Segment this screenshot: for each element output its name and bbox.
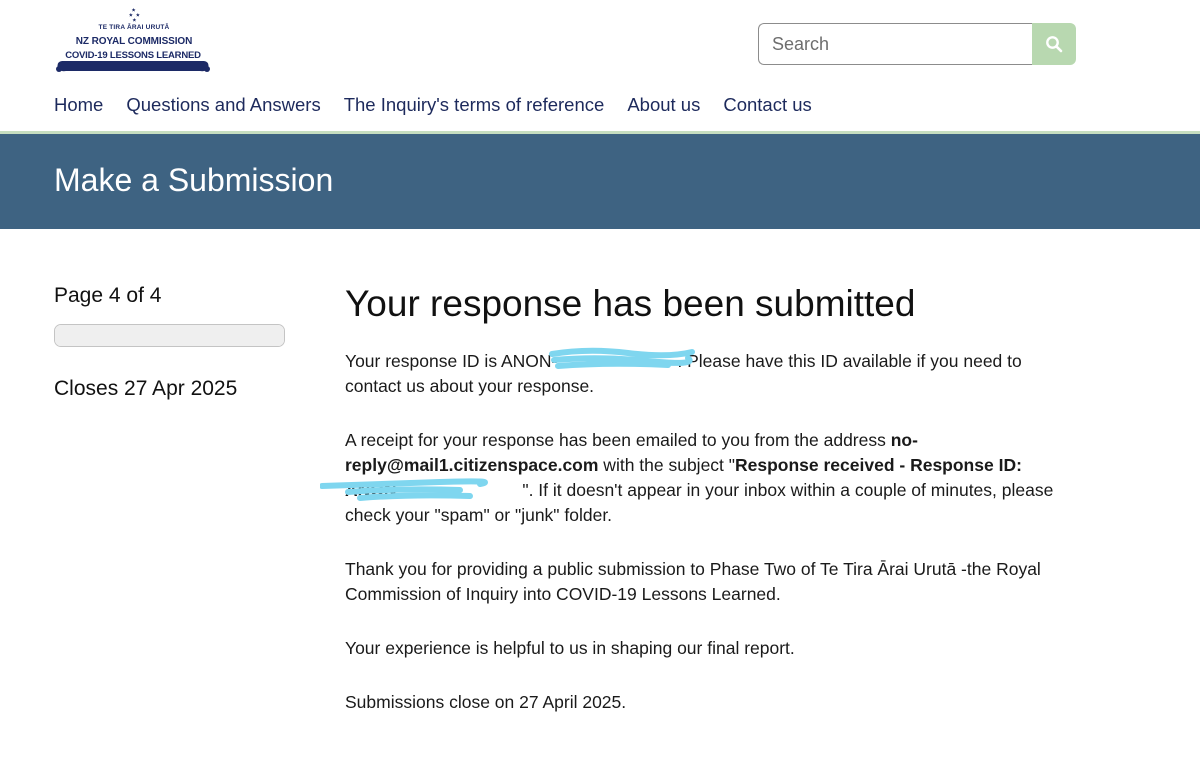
confirmation-heading: Your response has been submitted [345,283,916,324]
search-input[interactable] [758,23,1032,65]
logo-maori-name: TE TIRA ĀRAI URUTĀ [98,24,170,31]
nav-contact-us[interactable]: Contact us [723,94,811,116]
page-title: Make a Submission [54,162,334,198]
logo-title: NZ ROYAL COMMISSION [75,36,193,47]
progress-bar [54,324,285,347]
page-banner: Make a Submission [0,134,1200,229]
closing-date: Closes 27 Apr 2025 [54,377,238,400]
redacted-subject-id [402,495,522,496]
thank-you-paragraph: Thank you for providing a public submiss… [345,559,1041,604]
nav-about-us[interactable]: About us [627,94,700,116]
search-button[interactable] [1032,23,1076,65]
receipt-paragraph: A receipt for your response has been ema… [345,430,1054,525]
confirmation-content: Your response has been submitted Your re… [345,282,1075,744]
logo-subtitle: COVID-19 LESSONS LEARNED [62,50,204,61]
redacted-response-id [557,366,677,367]
site-logo[interactable]: TE TIRA ĀRAI URUTĀ NZ ROYAL COMMISSION C… [54,8,214,74]
nav-home[interactable]: Home [54,94,103,116]
search-bar [758,23,1076,65]
progress-fill [55,325,284,346]
page-counter: Page 4 of 4 [54,284,162,307]
nav-terms-of-reference[interactable]: The Inquiry's terms of reference [344,94,605,116]
response-id-paragraph: Your response ID is ANON-. Please have t… [345,351,1022,396]
submissions-close-paragraph: Submissions close on 27 April 2025. [345,692,627,712]
nav-questions-and-answers[interactable]: Questions and Answers [126,94,320,116]
main-nav: Home Questions and Answers The Inquiry's… [54,94,812,116]
search-icon [1046,36,1063,53]
experience-paragraph: Your experience is helpful to us in shap… [345,638,795,658]
star-cluster-icon [128,8,140,22]
